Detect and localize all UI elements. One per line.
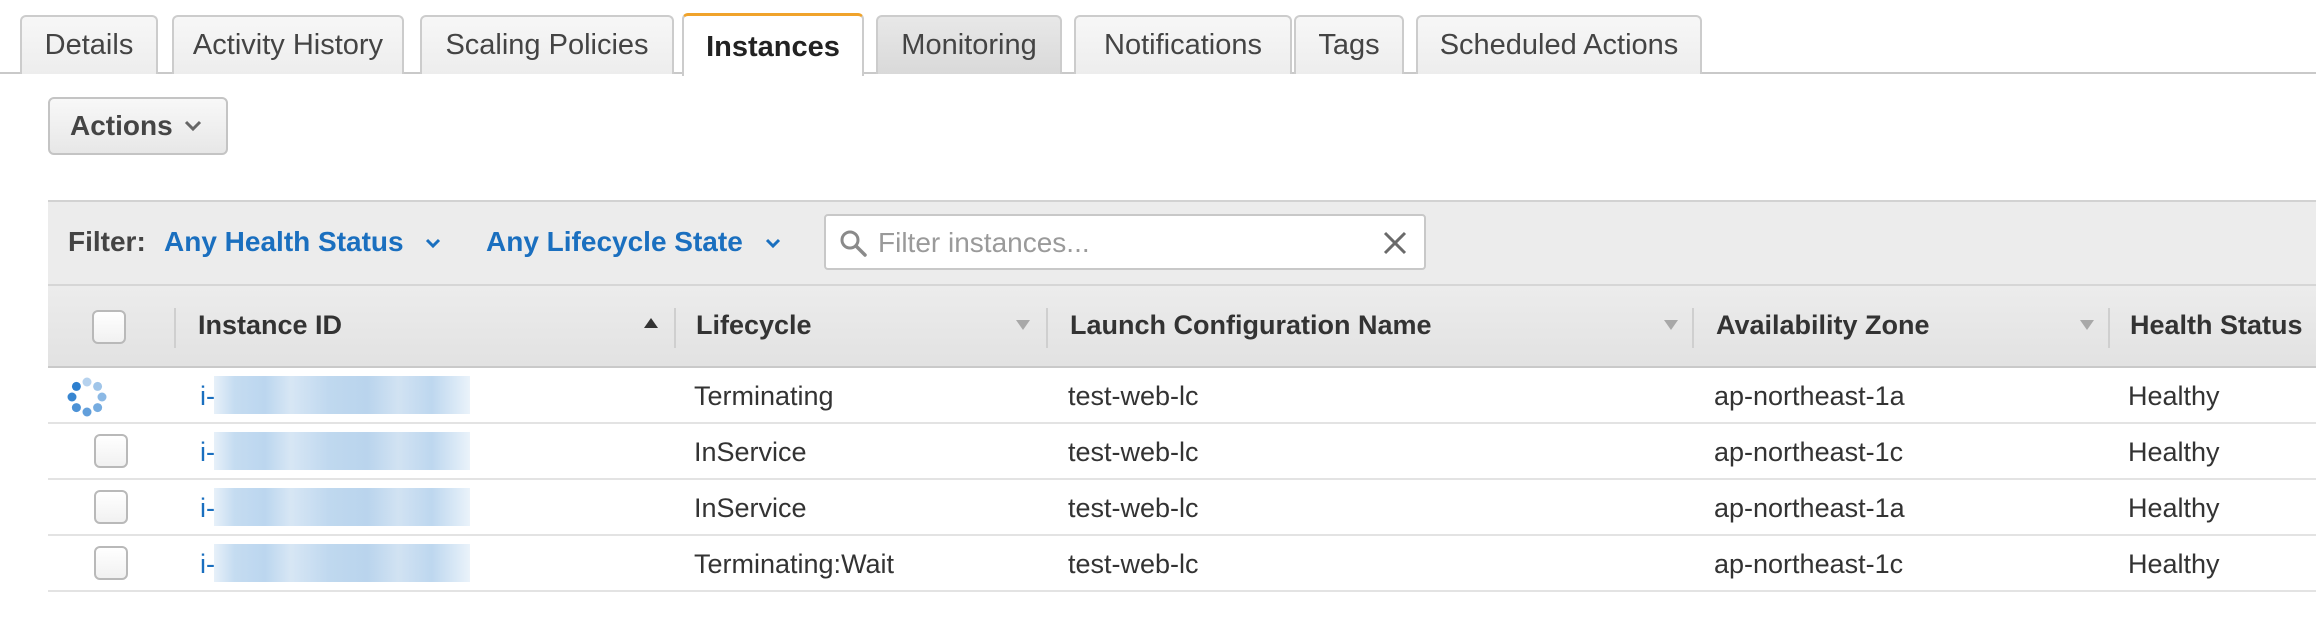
launch-config-cell: test-web-lc (1068, 381, 1199, 411)
health-status-filter[interactable]: Any Health Status (164, 226, 441, 258)
filter-bar: Filter: Any Health Status Any Lifecycle … (48, 200, 2316, 284)
launch-config-cell: test-web-lc (1068, 549, 1199, 579)
health-status-filter-label: Any Health Status (164, 226, 404, 257)
column-divider (1692, 308, 1694, 348)
tab-details[interactable]: Details (20, 15, 158, 74)
row-checkbox[interactable] (94, 434, 128, 468)
lifecycle-cell: InService (694, 437, 807, 467)
filter-label: Filter: (68, 226, 146, 257)
table-row[interactable]: i- Terminating:Wait test-web-lc ap-north… (48, 536, 2316, 592)
sort-descending-icon[interactable] (2080, 320, 2094, 330)
launch-config-cell: test-web-lc (1068, 437, 1199, 467)
row-checkbox[interactable] (94, 546, 128, 580)
loading-spinner-icon (67, 377, 107, 417)
table-header: Instance ID Lifecycle Launch Configurati… (48, 284, 2316, 368)
tab-bar: Details Activity History Scaling Policie… (0, 0, 2316, 76)
table-row[interactable]: i- InService test-web-lc ap-northeast-1a… (48, 480, 2316, 536)
column-divider (674, 308, 676, 348)
tab-activity-history[interactable]: Activity History (172, 15, 404, 74)
health-status-cell: Healthy (2128, 381, 2220, 411)
tab-notifications[interactable]: Notifications (1074, 15, 1292, 74)
actions-label: Actions (70, 110, 173, 141)
availability-zone-cell: ap-northeast-1a (1714, 493, 1905, 523)
row-checkbox[interactable] (94, 490, 128, 524)
column-header-lifecycle[interactable]: Lifecycle (696, 310, 812, 341)
chevron-down-icon (765, 238, 780, 248)
redacted-instance-id (214, 488, 470, 526)
chevron-down-icon (426, 238, 441, 248)
lifecycle-state-filter-label: Any Lifecycle State (486, 226, 743, 257)
actions-button[interactable]: Actions (48, 97, 228, 155)
column-divider (174, 308, 176, 348)
column-divider (1046, 308, 1048, 348)
column-divider (2108, 308, 2110, 348)
sort-descending-icon[interactable] (1664, 320, 1678, 330)
column-header-availability-zone[interactable]: Availability Zone (1716, 310, 1930, 341)
instance-id-link[interactable]: i- (200, 549, 215, 580)
launch-config-cell: test-web-lc (1068, 493, 1199, 523)
tab-scheduled-actions[interactable]: Scheduled Actions (1416, 15, 1702, 74)
lifecycle-cell: Terminating:Wait (694, 549, 895, 579)
search-icon (840, 230, 867, 257)
filter-instances-search (824, 214, 1426, 270)
close-icon[interactable] (1382, 230, 1408, 256)
instance-id-link[interactable]: i- (200, 493, 215, 524)
table-row[interactable]: i- Terminating test-web-lc ap-northeast-… (48, 368, 2316, 424)
tab-scaling-policies[interactable]: Scaling Policies (420, 15, 674, 74)
table-row[interactable]: i- InService test-web-lc ap-northeast-1c… (48, 424, 2316, 480)
tab-tags[interactable]: Tags (1294, 15, 1404, 74)
redacted-instance-id (214, 544, 470, 582)
redacted-instance-id (214, 376, 470, 414)
lifecycle-cell: InService (694, 493, 807, 523)
filter-instances-input[interactable] (876, 222, 1360, 264)
lifecycle-state-filter[interactable]: Any Lifecycle State (486, 226, 781, 258)
health-status-cell: Healthy (2128, 437, 2220, 467)
instance-id-link[interactable]: i- (200, 437, 215, 468)
column-header-health-status[interactable]: Health Status (2130, 310, 2303, 341)
instance-id-link[interactable]: i- (200, 381, 215, 412)
sort-descending-icon[interactable] (1016, 320, 1030, 330)
select-all-checkbox[interactable] (92, 310, 126, 344)
tab-monitoring[interactable]: Monitoring (876, 15, 1062, 74)
availability-zone-cell: ap-northeast-1c (1714, 549, 1904, 579)
tab-instances[interactable]: Instances (682, 13, 864, 76)
availability-zone-cell: ap-northeast-1c (1714, 437, 1904, 467)
chevron-down-icon (184, 120, 202, 132)
health-status-cell: Healthy (2128, 493, 2220, 523)
lifecycle-cell: Terminating (694, 381, 834, 411)
sort-ascending-icon[interactable] (644, 318, 658, 328)
column-header-instance-id[interactable]: Instance ID (198, 310, 342, 341)
column-header-launch-configuration-name[interactable]: Launch Configuration Name (1070, 310, 1432, 341)
availability-zone-cell: ap-northeast-1a (1714, 381, 1905, 411)
redacted-instance-id (214, 432, 470, 470)
health-status-cell: Healthy (2128, 549, 2220, 579)
